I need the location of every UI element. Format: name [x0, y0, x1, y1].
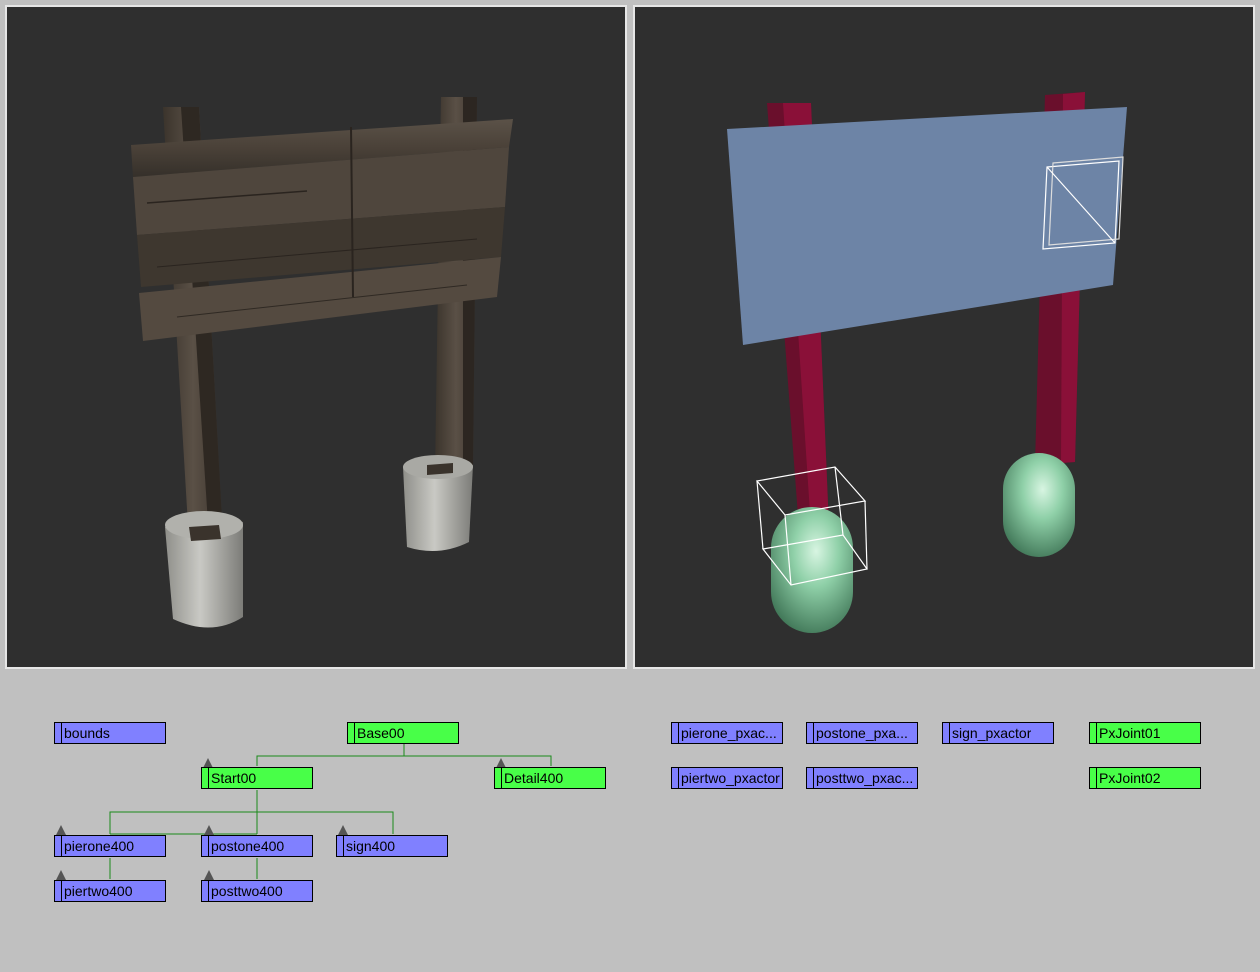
node-sign400[interactable]: sign400 [336, 835, 448, 857]
node-handle [943, 723, 950, 743]
node-label: piertwo_pxactor [681, 770, 780, 786]
node-handle [202, 768, 209, 788]
left-concrete-base [165, 511, 243, 628]
viewport-textured[interactable] [5, 5, 627, 669]
node-handle [807, 768, 814, 788]
schematic-view[interactable]: bounds Base00 Start00 Detail400 pierone4… [0, 670, 1260, 972]
node-pierone400[interactable]: pierone400 [54, 835, 166, 857]
node-pierone-pxactor[interactable]: pierone_pxac... [671, 722, 783, 744]
node-label: posttwo400 [211, 883, 283, 899]
node-label: pierone400 [64, 838, 135, 854]
node-label: bounds [64, 725, 110, 741]
node-label: Start00 [211, 770, 257, 786]
collapse-pierone400-icon[interactable] [56, 825, 66, 835]
node-label: posttwo_pxac... [816, 770, 914, 786]
node-handle [337, 836, 344, 856]
right-capsule [1003, 453, 1075, 557]
node-piertwo400[interactable]: piertwo400 [54, 880, 166, 902]
node-bounds[interactable]: bounds [54, 722, 166, 744]
node-label: postone_pxa... [816, 725, 908, 741]
collapse-posttwo400-icon[interactable] [204, 870, 214, 880]
node-label: Base00 [357, 725, 405, 741]
node-label: sign400 [346, 838, 396, 854]
node-sign-pxactor[interactable]: sign_pxactor [942, 722, 1054, 744]
textured-sign-render [131, 97, 513, 628]
node-handle [1090, 723, 1097, 743]
node-postone400[interactable]: postone400 [201, 835, 313, 857]
node-pxjoint02[interactable]: PxJoint02 [1089, 767, 1201, 789]
node-posttwo400[interactable]: posttwo400 [201, 880, 313, 902]
node-label: Detail400 [504, 770, 564, 786]
node-postone-pxactor[interactable]: postone_pxa... [806, 722, 918, 744]
node-base00[interactable]: Base00 [347, 722, 459, 744]
node-label: postone400 [211, 838, 285, 854]
node-label: PxJoint01 [1099, 725, 1161, 741]
node-handle [1090, 768, 1097, 788]
collapse-piertwo400-icon[interactable] [56, 870, 66, 880]
node-posttwo-pxactor[interactable]: posttwo_pxac... [806, 767, 918, 789]
node-handle [55, 881, 62, 901]
node-handle [202, 881, 209, 901]
node-handle [202, 836, 209, 856]
node-handle [55, 836, 62, 856]
left-capsule [771, 507, 853, 633]
node-label: PxJoint02 [1099, 770, 1161, 786]
collapse-sign400-icon[interactable] [338, 825, 348, 835]
hierarchy-links [109, 744, 552, 879]
node-handle [672, 723, 679, 743]
node-label: sign_pxactor [952, 725, 1032, 741]
node-label: piertwo400 [64, 883, 133, 899]
node-handle [807, 723, 814, 743]
node-piertwo-pxactor[interactable]: piertwo_pxactor [671, 767, 783, 789]
physics-proxy-render [727, 92, 1127, 633]
node-detail400[interactable]: Detail400 [494, 767, 606, 789]
viewport-physics[interactable] [633, 5, 1255, 669]
node-handle [55, 723, 62, 743]
node-start00[interactable]: Start00 [201, 767, 313, 789]
right-concrete-base [403, 455, 473, 551]
node-handle [672, 768, 679, 788]
node-handle [495, 768, 502, 788]
node-label: pierone_pxac... [681, 725, 777, 741]
node-pxjoint01[interactable]: PxJoint01 [1089, 722, 1201, 744]
node-handle [348, 723, 355, 743]
collapse-postone400-icon[interactable] [204, 825, 214, 835]
